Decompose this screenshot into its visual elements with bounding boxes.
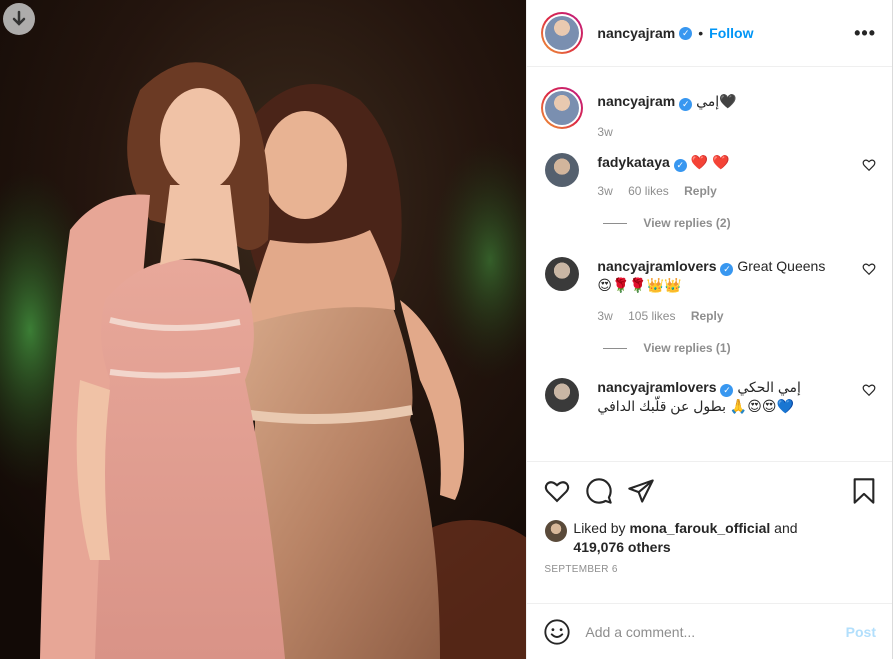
comment-likes[interactable]: 105 likes (628, 309, 675, 323)
comment-time[interactable]: 3w (597, 184, 612, 198)
post-caption: nancyajram ✓ إمي🖤 3w (541, 67, 876, 139)
comment-text: ❤️ ❤️ (690, 154, 730, 170)
instagram-post: nancyajram ✓ • Follow ••• nancyajram ✓ إم… (0, 0, 893, 659)
post-actions (527, 461, 892, 519)
like-comment-heart-icon[interactable] (862, 158, 876, 172)
share-icon (628, 478, 655, 503)
like-comment-heart-icon[interactable] (862, 262, 876, 276)
comment-avatar[interactable] (545, 153, 580, 187)
comment-text: Great Queens (737, 258, 826, 274)
liked-by-prefix: Liked by (573, 520, 626, 536)
caption-time[interactable]: 3w (597, 125, 612, 139)
likes-summary: Liked by mona_farouk_official and 419,07… (527, 519, 892, 557)
comment-item: nancyajramlovers ✓ إمي الحكي بطول عن قلّب… (541, 356, 876, 416)
view-replies-button[interactable]: View replies (1) (603, 340, 876, 356)
author-username[interactable]: nancyajram (597, 25, 675, 41)
heart-icon (545, 480, 570, 502)
more-options-icon[interactable]: ••• (854, 23, 876, 44)
reply-button[interactable]: Reply (691, 309, 724, 323)
comment-likes[interactable]: 60 likes (628, 184, 669, 198)
view-replies-label: View replies (1) (643, 341, 731, 355)
likes-count[interactable]: 419,076 others (573, 539, 670, 555)
photo-two-women (0, 0, 527, 659)
post-comment-button[interactable]: Post (846, 624, 876, 640)
download-icon (12, 10, 26, 26)
comment-time[interactable]: 3w (597, 309, 612, 323)
save-button[interactable] (850, 477, 878, 505)
comment-avatar[interactable] (545, 378, 580, 412)
liked-by-user[interactable]: mona_farouk_official (629, 520, 770, 536)
verified-badge-icon: ✓ (720, 263, 734, 276)
comment-username[interactable]: nancyajramlovers (597, 379, 716, 395)
reply-button[interactable]: Reply (684, 184, 717, 198)
follow-button[interactable]: Follow (709, 25, 753, 41)
comment-username[interactable]: nancyajramlovers (597, 258, 716, 274)
add-comment-input[interactable]: Add a comment... (585, 624, 845, 640)
download-button[interactable] (3, 3, 35, 35)
caption-username[interactable]: nancyajram (597, 93, 675, 109)
post-photo[interactable] (0, 0, 527, 659)
post-header: nancyajram ✓ • Follow ••• (527, 0, 892, 67)
add-comment-bar: Add a comment... Post (527, 603, 892, 659)
verified-badge-icon: ✓ (673, 159, 687, 172)
comment-text: إمي الحكي (737, 379, 801, 395)
verified-badge-icon: ✓ (679, 26, 693, 40)
comment-emojis: 😍🌹🌹👑👑 (597, 277, 682, 293)
comment-item: nancyajramlovers ✓ Great Queens 😍🌹🌹👑👑 3w … (541, 231, 876, 323)
save-bookmark-icon (853, 477, 875, 504)
post-date[interactable]: SEPTEMBER 6 (527, 557, 892, 591)
header-separator: • (698, 25, 704, 41)
comment-item: fadykataya ✓ ❤️ ❤️ 3w 60 likes Reply (541, 139, 876, 198)
caption-text: إمي🖤 (696, 93, 737, 109)
comments-list[interactable]: nancyajram ✓ إمي🖤 3w fadykataya ✓ ❤️ ❤️ (527, 67, 892, 461)
view-replies-button[interactable]: View replies (2) (603, 215, 876, 231)
comment-username[interactable]: fadykataya (597, 154, 669, 170)
like-comment-heart-icon[interactable] (862, 383, 876, 397)
comment-button[interactable] (585, 477, 613, 505)
liked-by-joiner: and (774, 520, 798, 536)
share-button[interactable] (627, 477, 655, 505)
comment-icon (586, 477, 613, 504)
verified-badge-icon: ✓ (679, 98, 693, 111)
view-replies-label: View replies (2) (643, 216, 731, 230)
comment-text-line2: بطول عن قلّبك الدافي 🙏😍😍💙 (597, 398, 794, 414)
verified-badge-icon: ✓ (720, 384, 734, 397)
liker-avatar[interactable] (545, 520, 568, 542)
comment-avatar[interactable] (545, 257, 580, 291)
replies-divider (603, 347, 628, 349)
author-avatar[interactable] (541, 12, 584, 54)
like-button[interactable] (543, 477, 571, 505)
post-sidebar: nancyajram ✓ • Follow ••• nancyajram ✓ إم… (526, 0, 892, 659)
emoji-smile-icon[interactable] (543, 618, 571, 646)
caption-avatar[interactable] (541, 87, 584, 129)
replies-divider (603, 222, 628, 224)
header-user: nancyajram ✓ • Follow (597, 25, 753, 41)
